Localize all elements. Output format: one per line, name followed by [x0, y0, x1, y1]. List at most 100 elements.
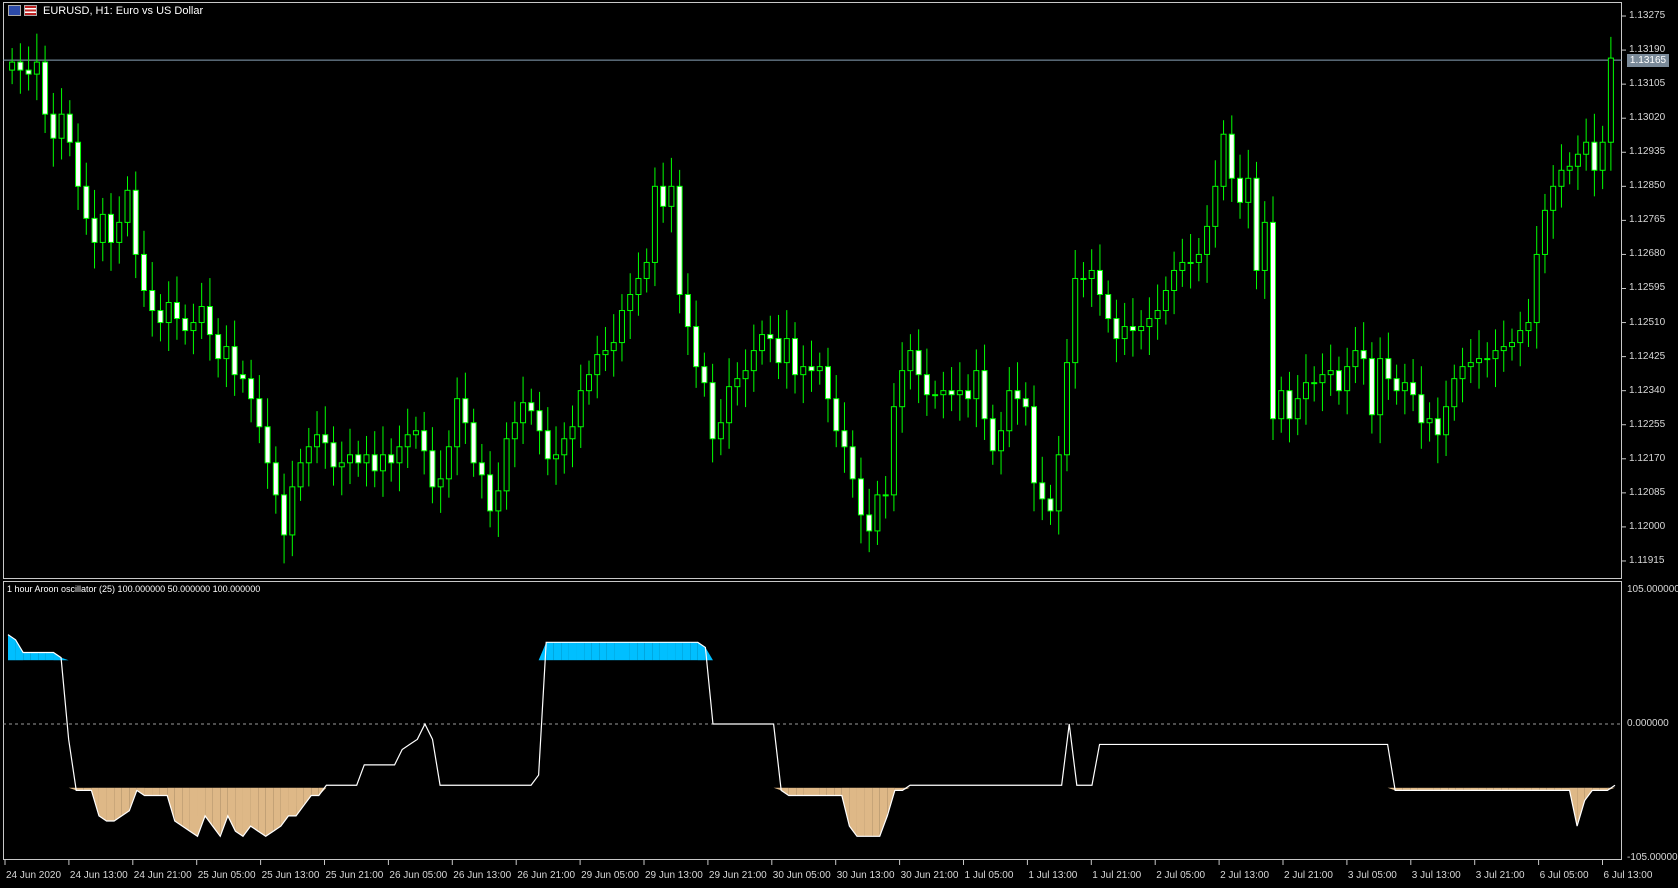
bull-candle — [1583, 141, 1590, 155]
eu-flag-icon — [8, 5, 21, 16]
bull-candle — [734, 378, 741, 388]
price-axis-label: 1.12255 — [1629, 418, 1666, 430]
bull-candle — [973, 370, 980, 400]
bull-candle — [379, 454, 386, 472]
bear-candle — [684, 294, 691, 328]
bull-candle — [404, 434, 411, 448]
aroon-up-fill — [659, 642, 668, 661]
bull-candle — [1179, 261, 1186, 271]
bear-candle — [470, 422, 477, 464]
bull-candle — [1261, 221, 1268, 271]
bull-candle — [396, 446, 403, 464]
time-axis-label: 2 Jul 21:00 — [1284, 870, 1333, 881]
bear-candle — [272, 462, 279, 496]
time-axis-label: 26 Jun 21:00 — [517, 870, 576, 881]
time-axis-label: 26 Jun 05:00 — [389, 870, 448, 881]
bull-candle — [1294, 398, 1301, 420]
bear-candle — [965, 390, 972, 400]
aroon-down-fill — [864, 787, 873, 837]
bull-candle — [223, 346, 230, 360]
bull-candle — [561, 438, 568, 456]
bear-candle — [857, 478, 864, 516]
bear-candle — [866, 514, 873, 532]
price-axis-label: 1.11915 — [1629, 554, 1665, 566]
bull-candle — [627, 294, 634, 312]
bull-candle — [1344, 366, 1351, 392]
bull-candle — [1146, 318, 1153, 328]
time-axis-label: 25 Jun 21:00 — [325, 870, 384, 881]
bear-candle — [536, 410, 543, 432]
aroon-up-fill — [629, 642, 638, 661]
bear-candle — [676, 185, 683, 296]
bear-candle — [1385, 358, 1392, 380]
bear-candle — [231, 346, 238, 376]
bear-candle — [1237, 177, 1244, 203]
aroon-up-fill — [584, 642, 592, 661]
price-axis-label: 1.12850 — [1629, 180, 1666, 192]
bear-candle — [693, 326, 700, 368]
aroon-up-fill — [568, 642, 577, 661]
bear-candle — [1096, 269, 1103, 296]
aroon-down-fill — [826, 787, 835, 796]
aroon-down-fill — [849, 787, 857, 837]
aroon-up-fill — [652, 642, 660, 661]
bear-candle — [1031, 406, 1038, 484]
bull-candle — [1245, 177, 1252, 203]
aroon-down-fill — [288, 787, 297, 816]
bull-candle — [668, 185, 675, 207]
bull-candle — [1401, 382, 1408, 392]
bear-candle — [108, 213, 115, 243]
time-axis-label: 30 Jun 21:00 — [900, 870, 959, 881]
bear-candle — [1335, 370, 1342, 392]
aroon-down-fill — [258, 787, 266, 837]
symbol-title: EURUSD, H1: Euro vs US Dollar — [43, 5, 204, 17]
bull-candle — [1451, 378, 1458, 408]
bull-candle — [1278, 390, 1285, 420]
bull-candle — [363, 454, 370, 464]
aroon-down-fill — [212, 787, 221, 837]
bull-candle — [759, 334, 766, 352]
bull-candle — [1541, 209, 1548, 255]
aroon-up-fill — [644, 642, 653, 661]
bull-candle — [289, 486, 296, 536]
time-axis-label: 25 Jun 13:00 — [261, 870, 320, 881]
bear-candle — [1228, 133, 1235, 179]
bear-candle — [1253, 177, 1260, 271]
bull-candle — [1080, 277, 1087, 280]
aroon-up-fill — [546, 642, 554, 661]
bear-candle — [248, 378, 255, 400]
aroon-up-fill — [38, 652, 46, 661]
chart-canvas[interactable] — [0, 0, 1678, 888]
bull-candle — [610, 342, 617, 352]
time-axis-label: 30 Jun 13:00 — [836, 870, 895, 881]
bear-candle — [923, 374, 930, 396]
bull-candle — [190, 322, 197, 332]
bull-candle — [58, 113, 65, 139]
bull-candle — [1508, 342, 1515, 348]
time-axis-label: 2 Jul 05:00 — [1156, 870, 1206, 881]
bull-candle — [717, 422, 724, 440]
bull-candle — [577, 390, 584, 428]
bull-candle — [553, 454, 560, 460]
bear-candle — [660, 185, 667, 207]
price-axis-label: 1.12680 — [1629, 248, 1666, 260]
bull-candle — [1204, 225, 1211, 255]
time-axis-label: 3 Jul 13:00 — [1411, 870, 1461, 881]
bear-candle — [1286, 390, 1293, 420]
indicator-title: 1 hour Aroon oscillator (25) 100.000000 … — [7, 584, 261, 594]
bear-candle — [371, 454, 378, 472]
price-axis-label: 1.12340 — [1629, 384, 1666, 396]
bull-candle — [1492, 350, 1499, 360]
bear-candle — [767, 334, 774, 340]
bear-candle — [215, 334, 222, 360]
bear-candle — [775, 338, 782, 364]
time-axis-label: 29 Jun 05:00 — [581, 870, 639, 881]
bull-candle — [1525, 322, 1532, 332]
bull-candle — [1558, 169, 1565, 187]
aroon-down-fill — [796, 787, 804, 796]
time-axis-label: 30 Jun 05:00 — [772, 870, 831, 881]
bull-candle — [1187, 261, 1194, 264]
bear-candle — [1105, 294, 1112, 320]
aroon-down-fill — [106, 787, 115, 821]
time-axis-label: 26 Jun 13:00 — [453, 870, 512, 881]
